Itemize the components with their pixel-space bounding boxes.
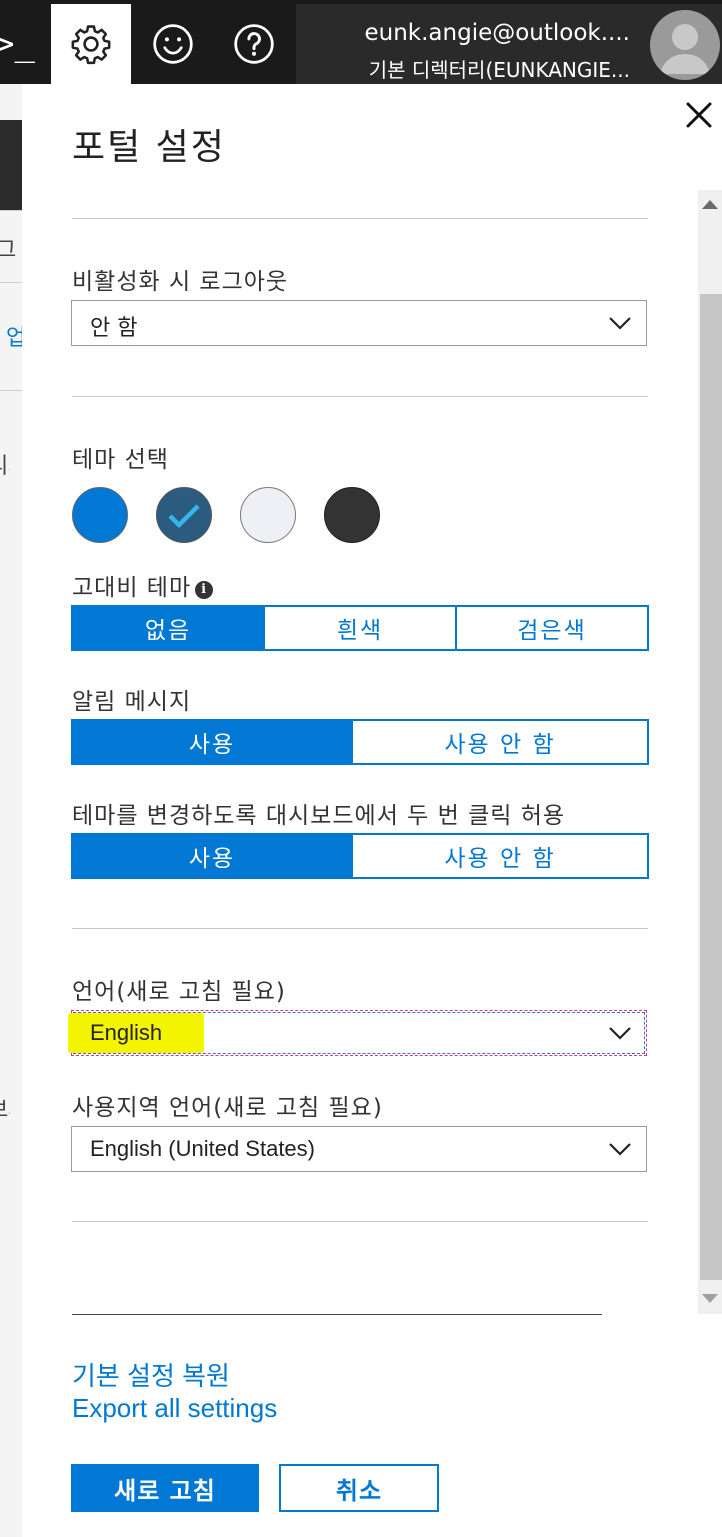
chevron-down-icon <box>609 317 631 330</box>
account-name: eunk.angie@outlook.... <box>364 20 630 46</box>
theme-swatch-blue[interactable] <box>72 487 128 543</box>
avatar[interactable] <box>650 10 720 80</box>
background-text: 리지 <box>0 448 10 480</box>
chevron-down-icon <box>609 1027 631 1040</box>
scrollbar-thumb[interactable] <box>700 294 722 1280</box>
divider <box>72 218 648 219</box>
account-directory: 기본 디렉터리(EUNKANGIE... <box>368 58 630 82</box>
refresh-button[interactable]: 새로 고침 <box>71 1464 259 1512</box>
high-contrast-option-white[interactable]: 흰색 <box>263 607 455 649</box>
logout-select[interactable]: 안 함 <box>71 300 647 346</box>
dblclick-option-off[interactable]: 사용 안 함 <box>351 835 647 877</box>
logout-select-value: 안 함 <box>90 316 138 341</box>
scroll-up-arrow-icon[interactable] <box>702 200 718 209</box>
background-page <box>0 84 22 1537</box>
background-divider <box>0 390 22 391</box>
regional-select-value: English (United States) <box>90 1136 315 1161</box>
theme-label: 테마 선택 <box>72 447 169 473</box>
high-contrast-option-black[interactable]: 검은색 <box>455 607 647 649</box>
regional-select[interactable]: English (United States) <box>71 1126 647 1172</box>
top-bar: >_ eunk.angie@outlook.... 기본 디렉터리(EUNKAN… <box>0 0 722 84</box>
settings-button[interactable] <box>51 4 131 84</box>
high-contrast-label-text: 고대비 테마 <box>72 575 192 601</box>
scroll-down-arrow-icon[interactable] <box>702 1294 718 1303</box>
background-header <box>0 120 22 210</box>
background-text: 그 <box>0 238 17 263</box>
dblclick-option-on[interactable]: 사용 <box>73 835 351 877</box>
high-contrast-toggle: 없음 흰색 검은색 <box>71 605 649 651</box>
background-divider <box>0 282 22 283</box>
gear-icon <box>71 25 111 65</box>
help-button[interactable] <box>214 4 294 84</box>
language-select[interactable]: English <box>68 1010 647 1056</box>
close-icon <box>686 102 712 128</box>
regional-label: 사용지역 언어(새로 고침 필요) <box>72 1095 383 1121</box>
info-icon[interactable]: i <box>195 581 214 599</box>
theme-swatch-dark[interactable] <box>324 487 380 543</box>
cloud-shell-icon: >_ <box>0 24 35 64</box>
theme-swatch-dark-blue[interactable] <box>156 487 212 543</box>
account-menu[interactable]: eunk.angie@outlook.... 기본 디렉터리(EUNKANGIE… <box>296 4 722 84</box>
divider <box>72 1221 648 1222</box>
toast-option-on[interactable]: 사용 <box>73 721 351 763</box>
portal-settings-panel: 포털 설정 비활성화 시 로그아웃 안 함 테마 선택 고대비 테마 i 없음 흰… <box>22 84 722 1537</box>
cancel-button[interactable]: 취소 <box>279 1464 439 1512</box>
user-icon <box>660 24 710 74</box>
cloud-shell-button[interactable]: >_ <box>0 4 48 84</box>
dblclick-label: 테마를 변경하도록 대시보드에서 두 번 클릭 허용 <box>72 803 566 829</box>
feedback-button[interactable] <box>133 4 213 84</box>
logout-label: 비활성화 시 로그아웃 <box>72 269 289 295</box>
export-settings-link[interactable]: Export all settings <box>72 1393 277 1424</box>
dblclick-toggle: 사용 사용 안 함 <box>71 833 649 879</box>
theme-swatch-light[interactable] <box>240 487 296 543</box>
footer-divider <box>72 1314 602 1315</box>
language-select-value: English <box>90 1020 163 1045</box>
divider <box>72 396 648 397</box>
high-contrast-option-none[interactable]: 없음 <box>73 607 263 649</box>
chevron-down-icon <box>609 1143 631 1156</box>
page-title: 포털 설정 <box>72 127 226 168</box>
toast-label: 알림 메시지 <box>72 689 192 715</box>
background-divider <box>0 210 22 211</box>
language-label: 언어(새로 고침 필요) <box>72 979 286 1005</box>
toast-option-off[interactable]: 사용 안 함 <box>351 721 647 763</box>
close-button[interactable] <box>682 98 716 132</box>
smiley-icon <box>153 24 193 64</box>
high-contrast-label: 고대비 테마 i <box>72 568 214 602</box>
checkmark-icon <box>168 504 200 529</box>
scrollbar[interactable] <box>698 190 722 1314</box>
question-icon <box>234 24 274 64</box>
toast-toggle: 사용 사용 안 함 <box>71 719 649 765</box>
restore-defaults-link[interactable]: 기본 설정 복원 <box>72 1356 230 1393</box>
divider <box>72 928 648 929</box>
background-text: 보시 <box>0 1092 10 1124</box>
